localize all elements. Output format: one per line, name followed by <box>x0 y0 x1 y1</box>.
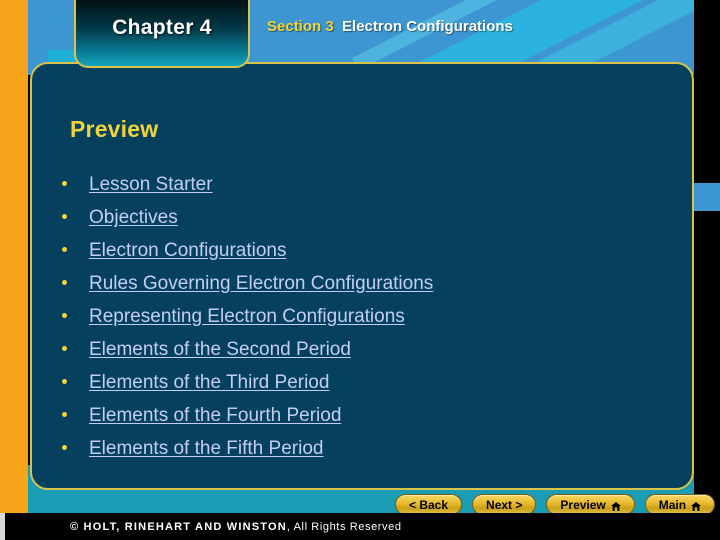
copyright-company: © HOLT, RINEHART AND WINSTON <box>70 520 287 533</box>
chapter-tab[interactable]: Chapter 4 <box>74 0 250 68</box>
list-item[interactable]: Elements of the Second Period <box>62 339 662 372</box>
list-item[interactable]: Objectives <box>62 207 662 240</box>
preview-link[interactable]: Lesson Starter <box>89 174 213 196</box>
footer-bar: © HOLT, RINEHART AND WINSTON, All Rights… <box>0 513 720 540</box>
slide-canvas: Chapter 4 Section 3 Electron Configurati… <box>0 0 720 540</box>
nav-button-label: < Back <box>409 497 449 512</box>
header-left-accent-block <box>28 0 76 66</box>
preview-link-list: Lesson Starter Objectives Electron Configu… <box>62 174 662 471</box>
home-icon <box>610 500 621 511</box>
list-item[interactable]: Elements of the Fourth Period <box>62 405 662 438</box>
preview-link[interactable]: Electron Configurations <box>89 240 287 262</box>
list-item[interactable]: Rules Governing Electron Configurations <box>62 273 662 306</box>
preview-link[interactable]: Rules Governing Electron Configurations <box>89 273 433 295</box>
nav-button-label: Preview <box>560 497 606 512</box>
main-button[interactable]: Main <box>644 494 716 515</box>
footer-left-tab <box>0 513 5 540</box>
preview-link[interactable]: Representing Electron Configurations <box>89 306 405 328</box>
bullet-icon <box>62 346 67 351</box>
nav-button-label: Next > <box>486 497 523 512</box>
preview-link[interactable]: Elements of the Second Period <box>89 339 351 361</box>
list-item[interactable]: Lesson Starter <box>62 174 662 207</box>
back-button[interactable]: < Back <box>395 494 463 515</box>
chapter-tab-label: Chapter 4 <box>112 16 212 39</box>
nav-button-label: Main <box>658 497 687 512</box>
bullet-icon <box>62 214 67 219</box>
preview-link[interactable]: Objectives <box>89 207 178 229</box>
list-item[interactable]: Representing Electron Configurations <box>62 306 662 339</box>
left-orange-rail <box>0 0 28 513</box>
navigation-bar: < Back Next > Preview Main <box>395 494 716 515</box>
right-black-margin <box>694 0 720 513</box>
next-button[interactable]: Next > <box>472 494 537 515</box>
bullet-icon <box>62 313 67 318</box>
list-item[interactable]: Electron Configurations <box>62 240 662 273</box>
preview-link[interactable]: Elements of the Fifth Period <box>89 438 323 460</box>
section-title: Section 3 Electron Configurations <box>267 18 513 35</box>
home-icon <box>691 500 702 511</box>
preview-button[interactable]: Preview <box>546 494 635 515</box>
bullet-icon <box>62 412 67 417</box>
preview-link[interactable]: Elements of the Third Period <box>89 372 329 394</box>
page-title: Preview <box>70 116 159 142</box>
bullet-icon <box>62 247 67 252</box>
copyright-notice: © HOLT, RINEHART AND WINSTON, All Rights… <box>70 521 402 533</box>
list-item[interactable]: Elements of the Fifth Period <box>62 438 662 471</box>
bullet-icon <box>62 445 67 450</box>
content-panel: Preview Lesson Starter Objectives Electron… <box>30 62 694 490</box>
section-name: Electron Configurations <box>342 18 513 35</box>
right-blue-marker <box>694 183 720 211</box>
copyright-rights: , All Rights Reserved <box>286 520 402 533</box>
preview-link[interactable]: Elements of the Fourth Period <box>89 405 341 427</box>
bullet-icon <box>62 181 67 186</box>
bullet-icon <box>62 379 67 384</box>
bullet-icon <box>62 280 67 285</box>
section-number: Section 3 <box>267 18 334 35</box>
list-item[interactable]: Elements of the Third Period <box>62 372 662 405</box>
